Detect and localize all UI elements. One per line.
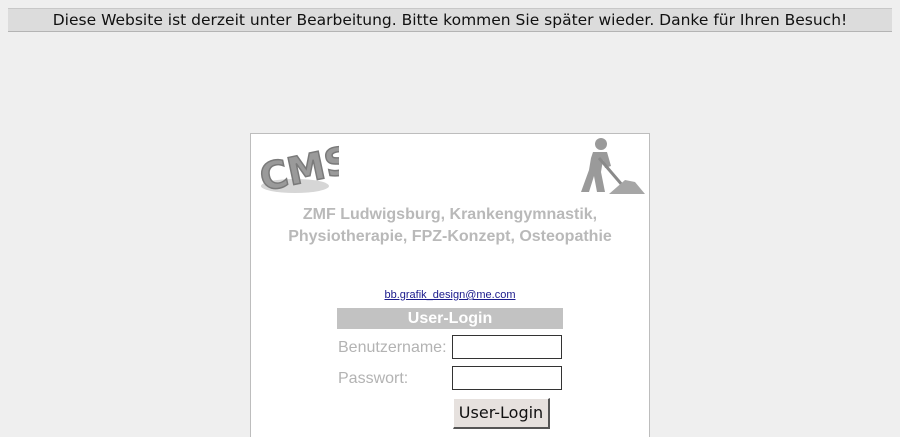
maintenance-message: Diese Website ist derzeit unter Bearbeit… (52, 11, 848, 29)
user-login-button[interactable]: User-Login (453, 398, 550, 429)
site-title-line2: Physiotherapie, FPZ-Konzept, Osteopathie (288, 228, 612, 245)
login-panel: CMS ZMF Ludwigsburg, Krankengymnastik, P… (250, 133, 650, 437)
construction-worker-icon (581, 138, 645, 194)
maintenance-banner: Diese Website ist derzeit unter Bearbeit… (8, 8, 892, 32)
password-label: Passwort: (338, 370, 409, 387)
site-title-line1: ZMF Ludwigsburg, Krankengymnastik, (302, 206, 598, 223)
login-header: User-Login (337, 308, 563, 329)
cms-logo-icon: CMS (255, 138, 339, 196)
username-label: Benutzername: (338, 339, 447, 356)
site-title: ZMF Ludwigsburg, Krankengymnastik, Physi… (251, 204, 649, 248)
contact-email-link[interactable]: bb.grafik_design@me.com (251, 289, 649, 301)
username-input[interactable] (452, 335, 562, 359)
password-input[interactable] (452, 366, 562, 390)
